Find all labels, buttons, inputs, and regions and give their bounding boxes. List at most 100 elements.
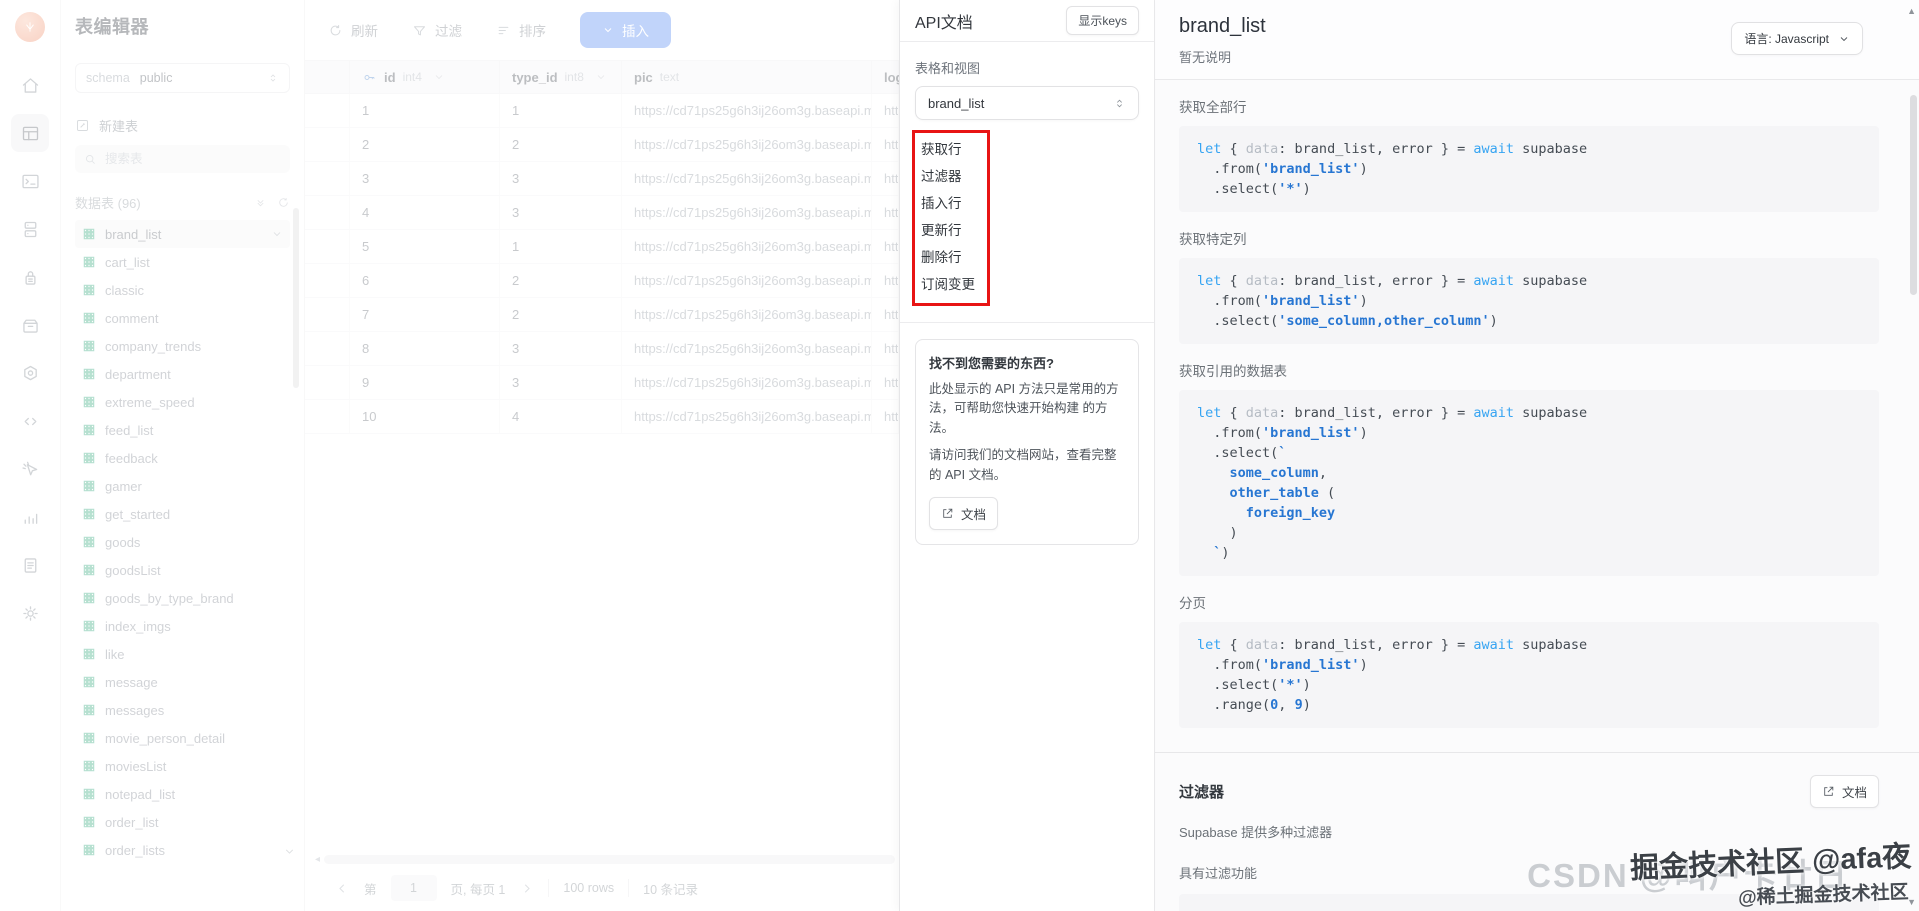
- cell-pic[interactable]: https://cd71ps25g6h3ij26om3g.baseapi.m: [622, 94, 872, 127]
- settings-icon[interactable]: [11, 594, 49, 632]
- table-editor-icon[interactable]: [11, 114, 49, 152]
- cell-pic[interactable]: https://cd71ps25g6h3ij26om3g.baseapi.m: [622, 230, 872, 263]
- auth-icon[interactable]: [11, 258, 49, 296]
- table-row[interactable]: 43https://cd71ps25g6h3ij26om3g.baseapi.m…: [305, 196, 899, 230]
- chevron-down-icon[interactable]: [433, 71, 445, 83]
- sql-editor-icon[interactable]: [11, 162, 49, 200]
- cell-id[interactable]: 10: [350, 400, 500, 433]
- cell-logo[interactable]: http: [872, 94, 899, 127]
- cell-id[interactable]: 9: [350, 366, 500, 399]
- cell-type-id[interactable]: 4: [500, 400, 622, 433]
- table-row[interactable]: 93https://cd71ps25g6h3ij26om3g.baseapi.m…: [305, 366, 899, 400]
- table-search-input[interactable]: [105, 152, 255, 166]
- cell-pic[interactable]: https://cd71ps25g6h3ij26om3g.baseapi.m: [622, 128, 872, 161]
- cell-id[interactable]: 4: [350, 196, 500, 229]
- cell-id[interactable]: 8: [350, 332, 500, 365]
- chevron-down-icon[interactable]: [595, 71, 607, 83]
- cell-type-id[interactable]: 2: [500, 128, 622, 161]
- sidebar-table-item-get_started[interactable]: get_started: [75, 500, 290, 528]
- sidebar-table-item-goods_by_type_brand[interactable]: goods_by_type_brand: [75, 584, 290, 612]
- new-table-button[interactable]: 新建表: [75, 111, 290, 139]
- project-logo[interactable]: [15, 12, 45, 42]
- row-select-cell[interactable]: [305, 400, 350, 433]
- docs-link-button[interactable]: 文档: [929, 497, 998, 530]
- api-icon[interactable]: [11, 402, 49, 440]
- language-selector[interactable]: 语言: Javascript: [1731, 22, 1863, 55]
- cell-id[interactable]: 6: [350, 264, 500, 297]
- api-section-link[interactable]: 删除行: [921, 244, 975, 271]
- filters-docs-button[interactable]: 文档: [1810, 775, 1879, 808]
- next-page-icon[interactable]: [519, 881, 534, 896]
- api-section-link[interactable]: 更新行: [921, 217, 975, 244]
- sidebar-table-item-gamer[interactable]: gamer: [75, 472, 290, 500]
- logs-icon[interactable]: [11, 546, 49, 584]
- sidebar-table-item-company_trends[interactable]: company_trends: [75, 332, 290, 360]
- sidebar-table-item-comment[interactable]: comment: [75, 304, 290, 332]
- storage-icon[interactable]: [11, 306, 49, 344]
- row-select-cell[interactable]: [305, 162, 350, 195]
- sidebar-table-item-department[interactable]: department: [75, 360, 290, 388]
- api-section-link[interactable]: 获取行: [921, 136, 975, 163]
- sidebar-table-item-cart_list[interactable]: cart_list: [75, 248, 290, 276]
- column-header-pic[interactable]: pictext: [622, 61, 872, 93]
- sidebar-table-item-goodsList[interactable]: goodsList: [75, 556, 290, 584]
- schema-select[interactable]: schema public: [75, 63, 290, 93]
- refresh-button[interactable]: 刷新: [328, 20, 378, 40]
- sidebar-table-item-movie_person_detail[interactable]: movie_person_detail: [75, 724, 290, 752]
- sidebar-table-item-feedback[interactable]: feedback: [75, 444, 290, 472]
- home-icon[interactable]: [11, 66, 49, 104]
- docs-scrollbar-thumb[interactable]: [1910, 95, 1917, 295]
- row-select-cell[interactable]: [305, 196, 350, 229]
- sidebar-table-item-order_list[interactable]: order_list: [75, 808, 290, 836]
- sidebar-scrollbar-thumb[interactable]: [293, 208, 299, 388]
- row-select-cell[interactable]: [305, 298, 350, 331]
- cell-logo[interactable]: http: [872, 400, 899, 433]
- prev-page-icon[interactable]: [335, 881, 350, 896]
- sidebar-table-item-notepad_list[interactable]: notepad_list: [75, 780, 290, 808]
- cell-type-id[interactable]: 3: [500, 196, 622, 229]
- column-header-logo[interactable]: logo: [872, 61, 899, 93]
- cell-type-id[interactable]: 1: [500, 230, 622, 263]
- rows-per-page-select[interactable]: 100 rows: [563, 881, 614, 895]
- sidebar-table-item-moviesList[interactable]: moviesList: [75, 752, 290, 780]
- sidebar-table-item-message[interactable]: message: [75, 668, 290, 696]
- table-row[interactable]: 72https://cd71ps25g6h3ij26om3g.baseapi.m…: [305, 298, 899, 332]
- scroll-left-icon[interactable]: ◂: [315, 854, 320, 865]
- cell-type-id[interactable]: 2: [500, 298, 622, 331]
- column-header-id[interactable]: idint4: [350, 61, 500, 93]
- table-row[interactable]: 104https://cd71ps25g6h3ij26om3g.baseapi.…: [305, 400, 899, 434]
- cell-id[interactable]: 2: [350, 128, 500, 161]
- chevron-down-icon[interactable]: [271, 228, 283, 240]
- sidebar-table-item-index_imgs[interactable]: index_imgs: [75, 612, 290, 640]
- cell-id[interactable]: 5: [350, 230, 500, 263]
- sidebar-table-item-extreme_speed[interactable]: extreme_speed: [75, 388, 290, 416]
- cell-pic[interactable]: https://cd71ps25g6h3ij26om3g.baseapi.m: [622, 366, 872, 399]
- cell-pic[interactable]: https://cd71ps25g6h3ij26om3g.baseapi.m: [622, 298, 872, 331]
- cell-type-id[interactable]: 3: [500, 162, 622, 195]
- api-section-link[interactable]: 插入行: [921, 190, 975, 217]
- cell-logo[interactable]: http: [872, 162, 899, 195]
- cell-logo[interactable]: http: [872, 128, 899, 161]
- scroll-down-chevron-icon[interactable]: [283, 845, 296, 863]
- sidebar-table-item-order_lists[interactable]: order_lists: [75, 836, 290, 864]
- reports-icon[interactable]: [11, 498, 49, 536]
- row-select-cell[interactable]: [305, 332, 350, 365]
- sidebar-table-item-brand_list[interactable]: brand_list: [75, 220, 290, 248]
- sort-button[interactable]: 排序: [496, 20, 546, 40]
- cell-type-id[interactable]: 1: [500, 94, 622, 127]
- cell-pic[interactable]: https://cd71ps25g6h3ij26om3g.baseapi.m: [622, 196, 872, 229]
- table-row[interactable]: 33https://cd71ps25g6h3ij26om3g.baseapi.m…: [305, 162, 899, 196]
- cell-type-id[interactable]: 3: [500, 366, 622, 399]
- sidebar-table-item-like[interactable]: like: [75, 640, 290, 668]
- api-section-link[interactable]: 过滤器: [921, 163, 975, 190]
- refresh-tables-icon[interactable]: [277, 196, 290, 209]
- sidebar-table-item-feed_list[interactable]: feed_list: [75, 416, 290, 444]
- table-row[interactable]: 51https://cd71ps25g6h3ij26om3g.baseapi.m…: [305, 230, 899, 264]
- table-row[interactable]: 62https://cd71ps25g6h3ij26om3g.baseapi.m…: [305, 264, 899, 298]
- cell-pic[interactable]: https://cd71ps25g6h3ij26om3g.baseapi.m: [622, 400, 872, 433]
- row-select-cell[interactable]: [305, 264, 350, 297]
- insert-button[interactable]: 插入: [580, 12, 671, 48]
- cell-logo[interactable]: http: [872, 264, 899, 297]
- realtime-icon[interactable]: [11, 450, 49, 488]
- cell-pic[interactable]: https://cd71ps25g6h3ij26om3g.baseapi.m: [622, 162, 872, 195]
